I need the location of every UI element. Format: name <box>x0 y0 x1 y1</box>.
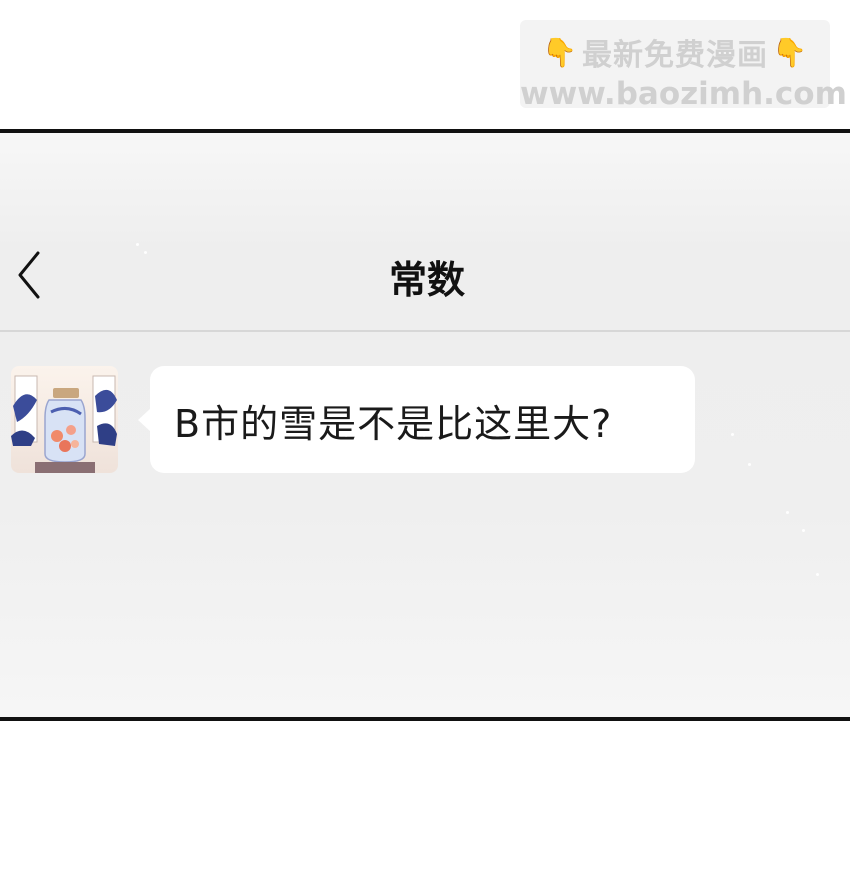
sparkle <box>748 463 751 466</box>
watermark: 👇 最新免费漫画 👇 www.baozimh.com <box>520 20 847 112</box>
sparkle <box>731 433 734 436</box>
jar-avatar-icon <box>11 366 118 473</box>
message-bubble[interactable]: B市的雪是不是比这里大? <box>138 366 695 473</box>
message-text: B市的雪是不是比这里大? <box>174 402 613 446</box>
chat-title: 常数 <box>388 258 465 302</box>
comic-panel: 常数 B市的雪是不是比这里大? <box>0 129 850 721</box>
pointing-hand-icon: 👇 <box>542 35 578 69</box>
sparkle <box>786 511 789 514</box>
watermark-slogan: 最新免费漫画 <box>582 38 768 73</box>
sparkle <box>136 243 139 246</box>
chat-header: 常数 <box>0 133 850 332</box>
watermark-url: www.baozimh.com <box>520 76 847 112</box>
sparkle <box>816 573 819 576</box>
sparkle <box>802 529 805 532</box>
pointing-hand-icon: 👇 <box>772 35 808 69</box>
sparkle <box>144 251 147 254</box>
avatar[interactable] <box>11 366 118 473</box>
